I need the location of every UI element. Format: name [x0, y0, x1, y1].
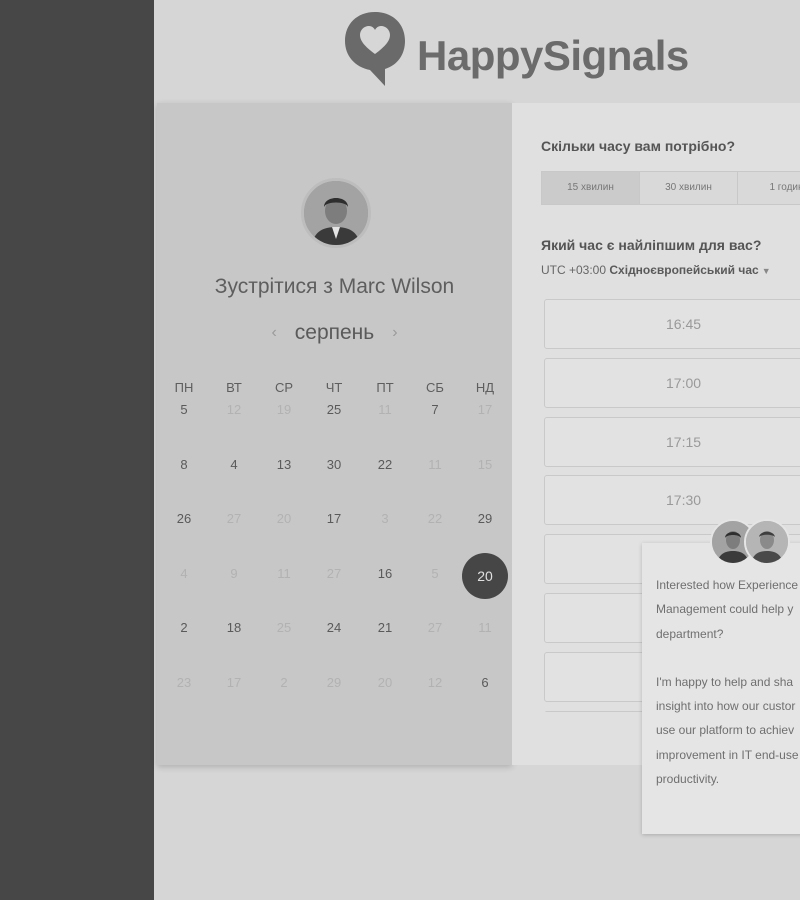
chat-avatars — [710, 519, 790, 565]
duration-tab[interactable]: 15 хвилин — [542, 172, 640, 204]
calendar-day[interactable]: 5 — [159, 400, 209, 420]
calendar-day: 2 — [280, 675, 288, 690]
timezone-offset: UTC +03:00 — [541, 263, 607, 277]
timezone-name: Східноєвропейський час — [609, 263, 759, 277]
calendar-day[interactable]: 22 — [360, 455, 410, 475]
timezone-selector[interactable]: UTC +03:00 Східноєвропейський час ▼ — [541, 263, 771, 277]
chat-message: Interested how Experience Management coul… — [656, 573, 800, 791]
time-slot-button[interactable]: 17:00 — [544, 357, 800, 408]
calendar-day: 12 — [226, 402, 242, 417]
calendar-day: 22 — [427, 511, 443, 527]
heart-bubble-icon — [345, 12, 405, 86]
weekday-header: СР — [274, 380, 294, 395]
calendar-day[interactable]: 18 — [209, 618, 259, 638]
calendar-day: 25 — [276, 620, 292, 636]
duration-tabs: 15 хвилин30 хвилин1 годин — [541, 171, 800, 205]
calendar-day: 11 — [428, 456, 442, 472]
calendar-day: 4 — [180, 565, 188, 581]
calendar-day: 5 — [431, 565, 439, 581]
host-avatar — [301, 178, 371, 248]
duration-question: Скільки часу вам потрібно? — [541, 138, 736, 154]
calendar-day[interactable]: 26 — [159, 509, 209, 529]
time-slot-label: 17:15 — [666, 433, 702, 450]
time-slot-button[interactable]: 17:15 — [544, 416, 800, 467]
chat-line: I'm happy to help and sha — [656, 674, 794, 689]
calendar-day: 17 — [226, 675, 242, 690]
calendar-day: 17 — [477, 402, 493, 417]
calendar-day[interactable]: 25 — [309, 400, 359, 420]
person-avatar-icon — [304, 181, 368, 245]
chat-popup[interactable]: Interested how Experience Management coul… — [642, 519, 800, 834]
chat-paragraph-gap — [656, 646, 800, 670]
calendar-day[interactable]: 7 — [410, 400, 460, 420]
calendar-day: 11 — [478, 620, 492, 636]
person-avatar-icon — [746, 521, 788, 563]
calendar-day: 23 — [176, 675, 192, 690]
duration-tab[interactable]: 1 годин — [738, 172, 800, 204]
calendar-day[interactable]: 21 — [360, 618, 410, 638]
time-slot-button[interactable]: 16:45 — [544, 299, 800, 349]
calendar-day[interactable]: 24 — [309, 618, 359, 638]
calendar-day: 20 — [276, 511, 292, 527]
weekday-header: ПН — [174, 380, 194, 395]
calendar-day[interactable]: 6 — [460, 673, 510, 693]
chat-line: improvement in IT end-use — [656, 747, 799, 762]
calendar-day[interactable]: 8 — [159, 455, 209, 475]
time-question: Який час є найліпшим для вас? — [541, 237, 762, 253]
calendar-day-selected[interactable]: 20 — [462, 552, 508, 599]
weekday-header: ВТ — [226, 380, 242, 395]
chat-line: use our platform to achiev — [656, 723, 795, 738]
chat-line: Management could help y — [656, 602, 794, 617]
calendar-day[interactable]: 29 — [460, 509, 510, 529]
duration-tab[interactable]: 30 хвилин — [640, 172, 738, 204]
calendar-day[interactable]: 13 — [259, 455, 309, 475]
time-slot-label: 16:45 — [666, 316, 702, 332]
calendar-day: 19 — [276, 402, 292, 417]
month-navigation: ‹ серпень › — [157, 321, 512, 345]
chat-line: insight into how our custor — [656, 699, 796, 714]
chat-line: productivity. — [656, 772, 720, 787]
calendar-day: 9 — [230, 565, 238, 581]
chevron-left-icon[interactable]: ‹ — [271, 324, 276, 342]
left-strip — [0, 0, 154, 900]
caret-down-icon: ▼ — [761, 266, 771, 276]
calendar-day: 27 — [226, 511, 242, 527]
weekday-header: НД — [475, 380, 495, 395]
time-slot-label: 17:00 — [666, 374, 702, 391]
agent-avatar — [744, 519, 790, 565]
meeting-title: Зустрітися з Marc Wilson — [214, 275, 455, 298]
calendar-day: 27 — [427, 620, 443, 636]
calendar-day: 3 — [381, 511, 389, 527]
calendar-day: 15 — [477, 456, 493, 472]
chat-line: department? — [656, 626, 724, 641]
calendar-day: 12 — [427, 675, 443, 690]
weekday-header: ЧТ — [325, 380, 343, 395]
time-slot-label: 17:30 — [666, 492, 702, 509]
host-panel: Зустрітися з Marc Wilson ‹ серпень › ПН ВТ С… — [157, 103, 512, 765]
chat-line: Interested how Experience — [656, 578, 799, 592]
calendar-day[interactable]: 17 — [309, 509, 359, 529]
chevron-right-icon[interactable]: › — [392, 324, 397, 342]
calendar-day: 11 — [378, 402, 392, 417]
calendar-day[interactable]: 2 — [159, 618, 209, 638]
calendar-day[interactable]: 16 — [360, 564, 410, 584]
weekday-header: СБ — [426, 380, 444, 395]
calendar-day[interactable]: 30 — [309, 455, 359, 475]
logo-text: HappySignals — [417, 32, 689, 79]
month-label: серпень — [294, 321, 375, 344]
time-slot-button[interactable]: 17:30 — [544, 475, 800, 526]
logo: HappySignals — [343, 10, 703, 90]
calendar-day: 29 — [326, 675, 342, 690]
calendar-day[interactable]: 4 — [209, 455, 259, 475]
calendar-day: 11 — [277, 565, 291, 581]
calendar-day: 20 — [377, 675, 393, 690]
calendar-day: 27 — [326, 565, 342, 581]
weekday-header: ПТ — [376, 380, 394, 395]
